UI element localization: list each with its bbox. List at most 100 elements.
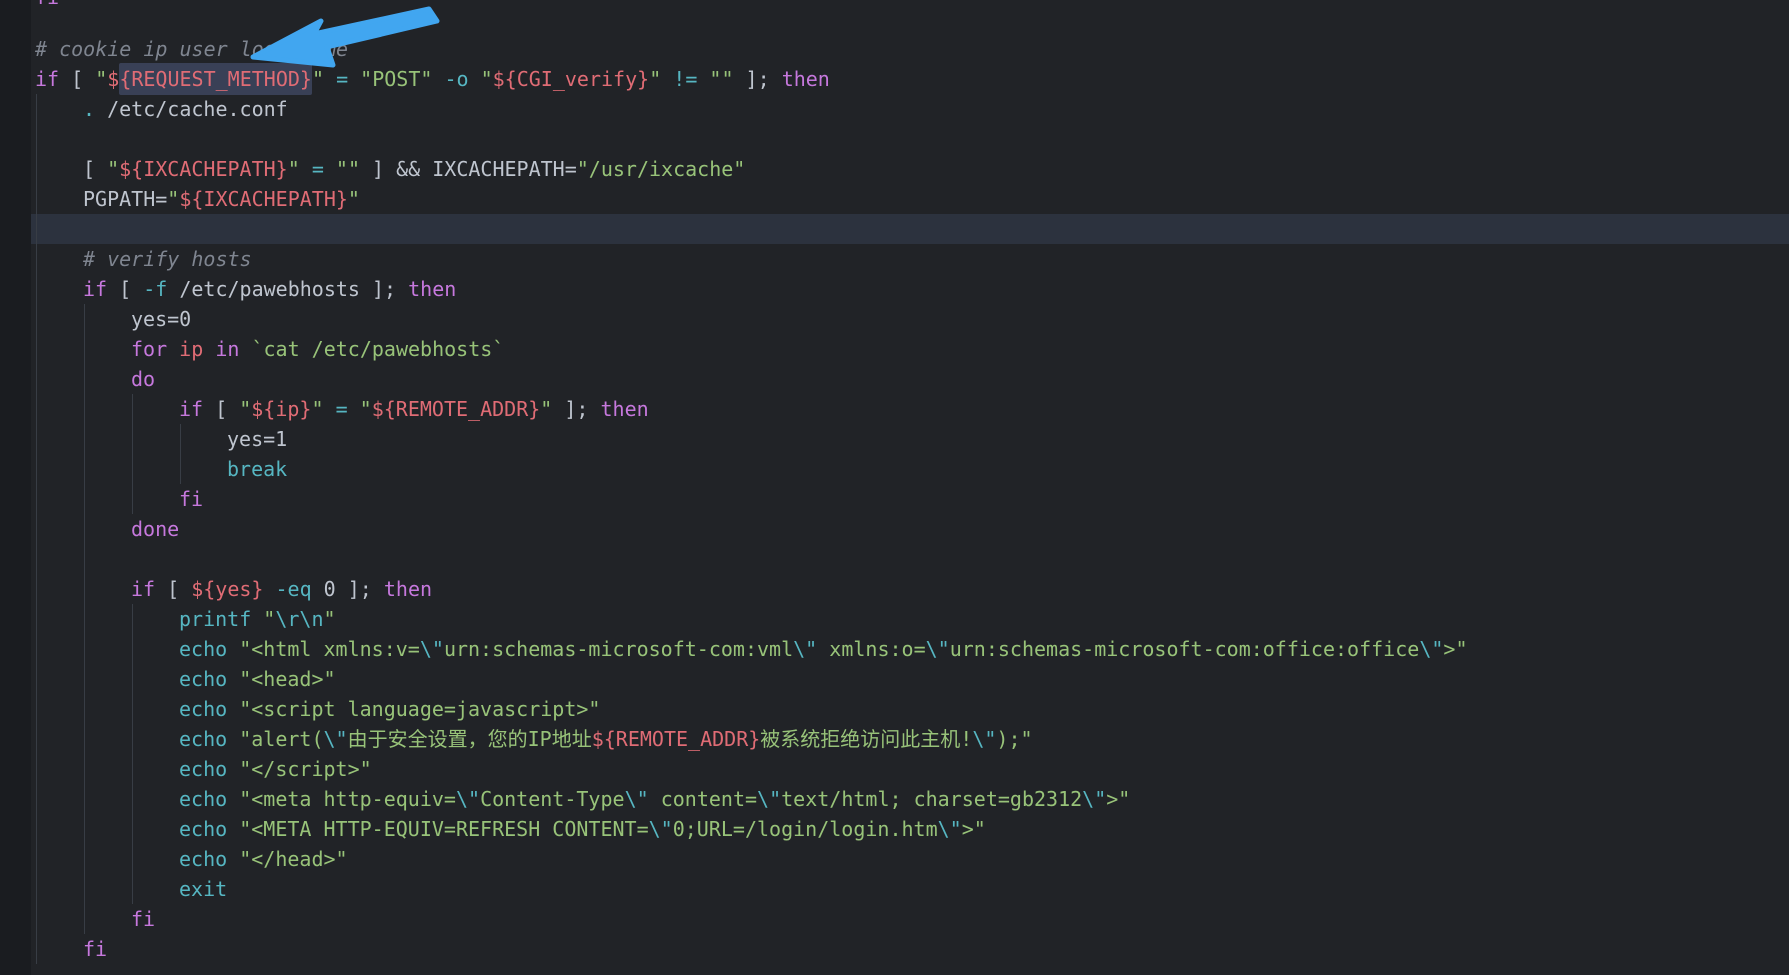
indent-guide — [132, 814, 133, 844]
indent-guide — [180, 454, 181, 484]
editor-gutter — [0, 0, 31, 975]
indent-guide — [84, 454, 85, 484]
indent-guide — [84, 394, 85, 424]
code-line: echo "<meta http-equiv=\"Content-Type\" … — [0, 784, 1789, 814]
indent-guide — [84, 724, 85, 754]
code-line: [ "${IXCACHEPATH}" = "" ] && IXCACHEPATH… — [0, 154, 1789, 184]
code-line: fi — [0, 904, 1789, 934]
indent-guide — [132, 784, 133, 814]
indent-guide — [84, 844, 85, 874]
indent-guide — [36, 754, 37, 784]
code-line: if [ ${yes} -eq 0 ]; then — [0, 574, 1789, 604]
code-line: printf "\r\n" — [0, 604, 1789, 634]
code-line: PGPATH="${IXCACHEPATH}" — [0, 184, 1789, 214]
clipped-previous-line: fi — [35, 0, 59, 12]
indent-guide — [132, 664, 133, 694]
code-line: . /etc/cache.conf — [0, 94, 1789, 124]
code-editor[interactable]: fi # cookie ip user logintimeif [ "${REQ… — [0, 0, 1789, 975]
indent-guide — [36, 904, 37, 934]
indent-guide — [36, 124, 37, 154]
code-line: for ip in `cat /etc/pawebhosts` — [0, 334, 1789, 364]
indent-guide — [36, 724, 37, 754]
selection-highlight: {REQUEST_METHOD} — [119, 63, 312, 95]
indent-guide — [36, 394, 37, 424]
indent-guide — [132, 454, 133, 484]
indent-guide — [36, 844, 37, 874]
indent-guide — [84, 364, 85, 394]
code-line: done — [0, 514, 1789, 544]
indent-guide — [36, 424, 37, 454]
code-line — [0, 124, 1789, 154]
code-line — [0, 544, 1789, 574]
code-area: # cookie ip user logintimeif [ "${REQUES… — [0, 34, 1789, 964]
indent-guide — [84, 424, 85, 454]
indent-guide — [36, 634, 37, 664]
indent-guide — [36, 934, 37, 964]
indent-guide — [36, 364, 37, 394]
indent-guide — [36, 604, 37, 634]
indent-guide — [36, 484, 37, 514]
indent-guide — [36, 814, 37, 844]
indent-guide — [36, 874, 37, 904]
code-line: break — [0, 454, 1789, 484]
indent-guide — [84, 784, 85, 814]
indent-guide — [132, 634, 133, 664]
code-line: echo "</head>" — [0, 844, 1789, 874]
indent-guide — [84, 814, 85, 844]
indent-guide — [36, 184, 37, 214]
code-line: if [ "${ip}" = "${REMOTE_ADDR}" ]; then — [0, 394, 1789, 424]
indent-guide — [84, 484, 85, 514]
code-line: yes=0 — [0, 304, 1789, 334]
indent-guide — [36, 544, 37, 574]
code-line: exit — [0, 874, 1789, 904]
indent-guide — [84, 904, 85, 934]
indent-guide — [36, 784, 37, 814]
indent-guide — [84, 664, 85, 694]
code-line: if [ "${REQUEST_METHOD}" = "POST" -o "${… — [0, 64, 1789, 94]
indent-guide — [36, 454, 37, 484]
indent-guide — [132, 424, 133, 454]
code-line: # verify hosts — [0, 244, 1789, 274]
indent-guide — [132, 604, 133, 634]
indent-guide — [36, 244, 37, 274]
code-line: echo "<html xmlns:v=\"urn:schemas-micros… — [0, 634, 1789, 664]
indent-guide — [84, 304, 85, 334]
indent-guide — [36, 154, 37, 184]
indent-guide — [84, 544, 85, 574]
indent-guide — [132, 874, 133, 904]
indent-guide — [36, 694, 37, 724]
indent-guide — [84, 634, 85, 664]
indent-guide — [36, 664, 37, 694]
indent-guide — [132, 844, 133, 874]
indent-guide — [36, 304, 37, 334]
code-line: echo "</script>" — [0, 754, 1789, 784]
code-line: do — [0, 364, 1789, 394]
code-line: yes=1 — [0, 424, 1789, 454]
indent-guide — [36, 214, 37, 244]
indent-guide — [84, 574, 85, 604]
indent-guide — [132, 394, 133, 424]
code-line: echo "alert(\"由于安全设置，您的IP地址${REMOTE_ADDR… — [0, 724, 1789, 754]
code-line: # cookie ip user logintime — [0, 34, 1789, 64]
indent-guide — [84, 694, 85, 724]
indent-guide — [84, 514, 85, 544]
indent-guide — [36, 94, 37, 124]
indent-guide — [132, 724, 133, 754]
current-line — [0, 214, 1789, 244]
indent-guide — [84, 754, 85, 784]
code-line: echo "<script language=javascript>" — [0, 694, 1789, 724]
code-line: echo "<head>" — [0, 664, 1789, 694]
indent-guide — [132, 484, 133, 514]
indent-guide — [36, 274, 37, 304]
code-line: if [ -f /etc/pawebhosts ]; then — [0, 274, 1789, 304]
code-line: echo "<META HTTP-EQUIV=REFRESH CONTENT=\… — [0, 814, 1789, 844]
indent-guide — [132, 754, 133, 784]
code-line: fi — [0, 484, 1789, 514]
indent-guide — [36, 334, 37, 364]
indent-guide — [84, 874, 85, 904]
indent-guide — [132, 694, 133, 724]
indent-guide — [84, 334, 85, 364]
code-line: fi — [0, 934, 1789, 964]
indent-guide — [84, 604, 85, 634]
indent-guide — [36, 514, 37, 544]
